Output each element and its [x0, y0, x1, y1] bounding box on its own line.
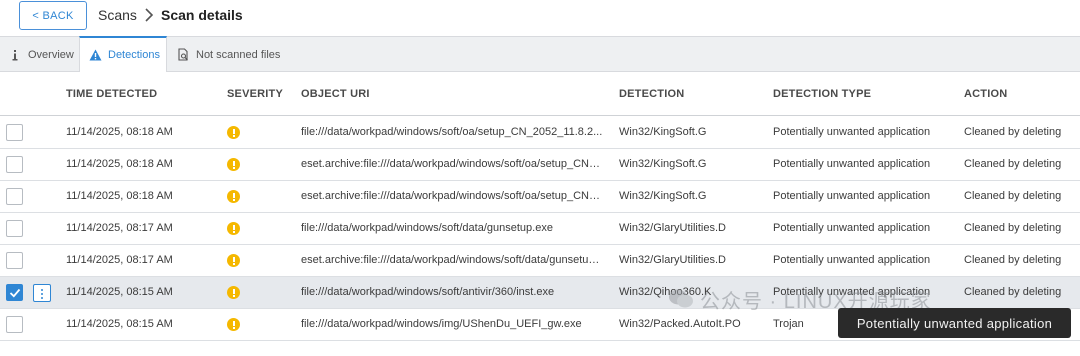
table-row[interactable]: 11/14/2025, 08:18 AM eset.archive:file://… [0, 181, 1080, 213]
tab-label: Detections [108, 49, 160, 61]
cell-object-uri: eset.archive:file:///data/workpad/window… [301, 158, 603, 170]
cell-detection: Win32/Packed.AutoIt.PO [619, 318, 741, 330]
tab-label: Not scanned files [196, 48, 281, 61]
cell-time-detected: 11/14/2025, 08:15 AM [66, 286, 173, 298]
cell-object-uri: file:///data/workpad/windows/soft/data/g… [301, 222, 553, 234]
cell-detection-type: Potentially unwanted application [773, 126, 931, 138]
info-icon [8, 48, 22, 62]
tab-overview[interactable]: Overview [8, 37, 78, 72]
breadcrumb-scans[interactable]: Scans [98, 7, 137, 23]
warning-icon [88, 48, 102, 62]
tab-not-scanned-files[interactable]: Not scanned files [176, 37, 286, 72]
severity-warning-icon [227, 190, 240, 203]
cell-detection: Win32/GlaryUtilities.D [619, 222, 726, 234]
file-search-icon [176, 48, 190, 62]
table-row[interactable]: 11/14/2025, 08:17 AM eset.archive:file://… [0, 245, 1080, 277]
row-menu-kebab-icon[interactable] [33, 284, 51, 302]
cell-action: Cleaned by deleting [964, 254, 1062, 266]
tab-label: Overview [28, 48, 74, 61]
severity-warning-icon [227, 222, 240, 235]
cell-action: Cleaned by deleting [964, 190, 1062, 202]
cell-time-detected: 11/14/2025, 08:18 AM [66, 158, 173, 170]
cell-object-uri: eset.archive:file:///data/workpad/window… [301, 254, 603, 266]
row-checkbox[interactable] [6, 124, 23, 141]
cell-action: Cleaned by deleting [964, 222, 1062, 234]
cell-time-detected: 11/14/2025, 08:18 AM [66, 190, 173, 202]
cell-time-detected: 11/14/2025, 08:15 AM [66, 318, 173, 330]
row-checkbox[interactable] [6, 316, 23, 333]
table-row[interactable]: 11/14/2025, 08:17 AM file:///data/workpad… [0, 213, 1080, 245]
column-header-detection-type[interactable]: DETECTION TYPE [773, 88, 871, 100]
page-header: < BACK Scans Scan details [0, 0, 1080, 35]
column-header-action[interactable]: ACTION [964, 88, 1007, 100]
cell-detection-type: Potentially unwanted application [773, 254, 931, 266]
cell-time-detected: 11/14/2025, 08:17 AM [66, 254, 173, 266]
cell-detection-type: Potentially unwanted application [773, 190, 931, 202]
table-row[interactable]: 11/14/2025, 08:18 AM eset.archive:file://… [0, 149, 1080, 181]
cell-action: Cleaned by deleting [964, 126, 1062, 138]
severity-warning-icon [227, 254, 240, 267]
row-checkbox[interactable] [6, 156, 23, 173]
cell-object-uri: file:///data/workpad/windows/soft/antivi… [301, 286, 555, 298]
row-checkbox[interactable] [6, 284, 23, 301]
column-header-object-uri[interactable]: OBJECT URI [301, 88, 370, 100]
cell-detection: Win32/KingSoft.G [619, 158, 707, 170]
column-header-detection[interactable]: DETECTION [619, 88, 684, 100]
cell-action: Cleaned by deleting [964, 286, 1062, 298]
wechat-icon [669, 289, 693, 308]
cell-object-uri: file:///data/workpad/windows/soft/oa/set… [301, 126, 603, 138]
page-title: Scan details [161, 7, 243, 23]
column-header-severity[interactable]: SEVERITY [227, 88, 283, 100]
table-row[interactable]: 11/14/2025, 08:18 AM file:///data/workpad… [0, 117, 1080, 149]
cell-detection: Win32/KingSoft.G [619, 126, 707, 138]
column-header-time[interactable]: TIME DETECTED [66, 88, 157, 100]
cell-time-detected: 11/14/2025, 08:17 AM [66, 222, 173, 234]
tab-detections[interactable]: Detections [79, 36, 167, 72]
tab-bar: Overview Detections Not scanned files [0, 36, 1080, 72]
chevron-right-icon [145, 8, 154, 22]
cell-action: Cleaned by deleting [964, 158, 1062, 170]
tooltip: Potentially unwanted application [838, 308, 1071, 338]
back-button[interactable]: < BACK [19, 1, 87, 30]
severity-warning-icon [227, 286, 240, 299]
row-checkbox[interactable] [6, 188, 23, 205]
table-header: TIME DETECTED SEVERITY OBJECT URI DETECT… [0, 78, 1080, 116]
cell-time-detected: 11/14/2025, 08:18 AM [66, 126, 173, 138]
checkmark-icon [9, 288, 21, 298]
cell-object-uri: file:///data/workpad/windows/img/UShenDu… [301, 318, 582, 330]
cell-detection: Win32/GlaryUtilities.D [619, 254, 726, 266]
cell-detection: Win32/KingSoft.G [619, 190, 707, 202]
severity-warning-icon [227, 158, 240, 171]
severity-warning-icon [227, 318, 240, 331]
row-checkbox[interactable] [6, 220, 23, 237]
severity-warning-icon [227, 126, 240, 139]
row-checkbox[interactable] [6, 252, 23, 269]
cell-object-uri: eset.archive:file:///data/workpad/window… [301, 190, 603, 202]
cell-detection-type: Potentially unwanted application [773, 222, 931, 234]
cell-detection-type: Potentially unwanted application [773, 158, 931, 170]
